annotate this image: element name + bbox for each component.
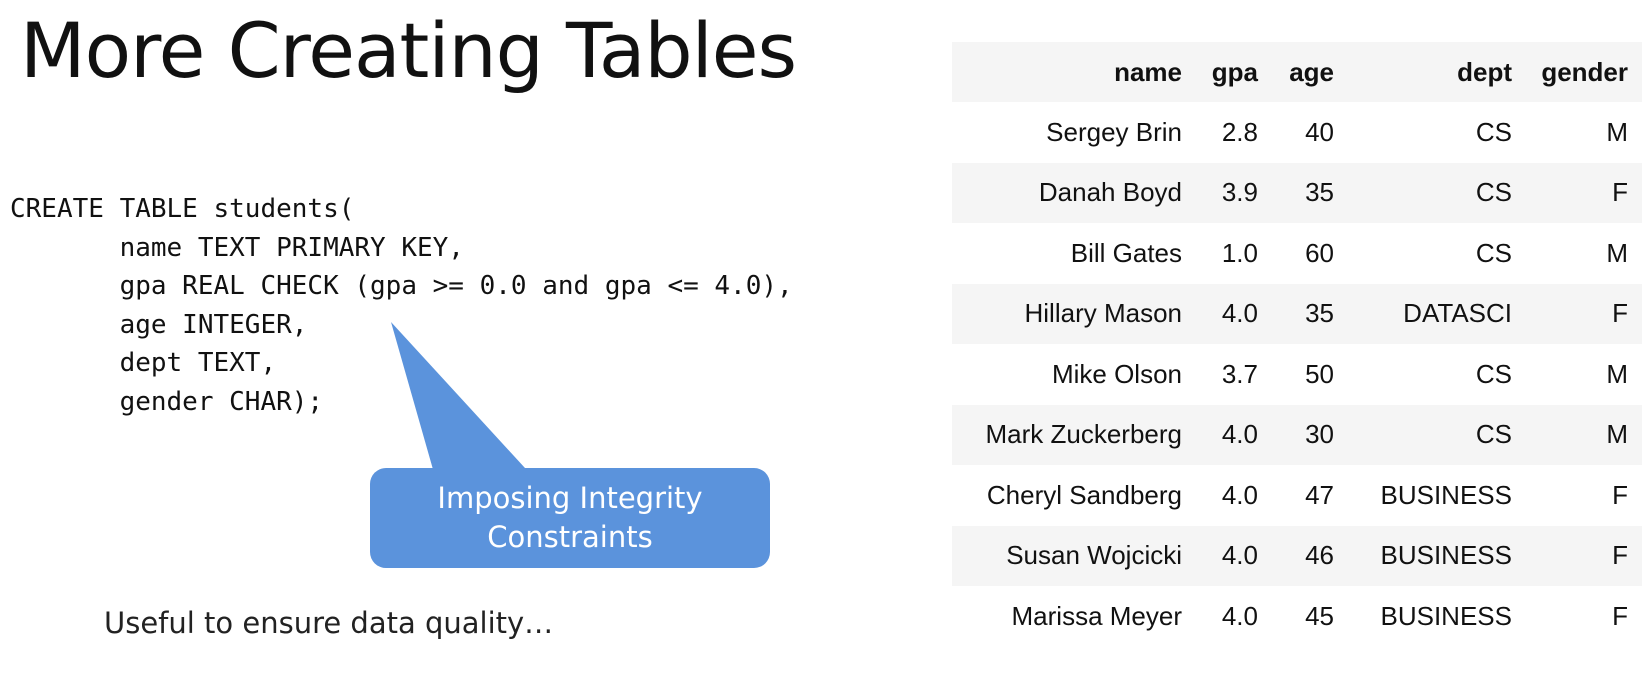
cell-gender: M [1606,419,1628,450]
code-line: CREATE TABLE students( [10,194,355,224]
cell-gender: M [1606,358,1628,389]
cell-gender: F [1612,600,1628,631]
cell-name: Mark Zuckerberg [985,419,1183,450]
cell-dept: CS [1475,419,1512,450]
cell-age: 60 [1305,237,1334,268]
cell-age: 47 [1305,479,1334,510]
cell-dept: BUSINESS [1380,479,1513,510]
cell-age: 50 [1305,358,1334,389]
cell-name: Cheryl Sandberg [986,479,1182,510]
callout-pointer-triangle [391,322,536,480]
cell-gpa: 4.0 [1221,419,1258,450]
cell-gpa: 3.9 [1221,177,1258,208]
cell-gpa: 2.8 [1221,116,1258,147]
cell-gender: M [1606,237,1628,268]
slide-title: More Creating Tables [20,6,797,95]
table-header-row: name gpa age dept gender [952,42,1642,102]
cell-name: Susan Wojcicki [1006,540,1182,571]
cell-dept: BUSINESS [1380,540,1513,571]
cell-name: Hillary Mason [1024,298,1183,329]
table-row: Hillary Mason 4.0 35 DATASCI F [952,283,1642,344]
students-table: name gpa age dept gender Sergey Brin 2.8… [952,42,1642,647]
column-header-name: name [1114,56,1182,87]
table-row: Sergey Brin 2.8 40 CS M [952,102,1642,163]
table-row: Danah Boyd 3.9 35 CS F [952,162,1642,223]
cell-gender: M [1606,116,1628,147]
column-header-age: age [1289,56,1334,87]
cell-age: 35 [1305,298,1334,329]
cell-name: Mike Olson [1051,358,1182,389]
cell-gender: F [1612,298,1628,329]
cell-dept: CS [1475,116,1512,147]
cell-gpa: 4.0 [1221,298,1258,329]
cell-name: Marissa Meyer [1011,600,1182,631]
cell-gpa: 3.7 [1221,358,1258,389]
code-line: name TEXT PRIMARY KEY, [10,232,464,263]
cell-age: 46 [1305,540,1334,571]
column-header-gender: gender [1541,56,1628,87]
cell-age: 40 [1305,116,1334,147]
cell-gender: F [1612,540,1628,571]
column-header-gpa: gpa [1211,56,1258,87]
cell-dept: CS [1475,177,1512,208]
table-row: Mark Zuckerberg 4.0 30 CS M [952,404,1642,465]
cell-gender: F [1612,479,1628,510]
caption-text: Useful to ensure data quality… [104,606,554,640]
cell-gpa: 1.0 [1221,237,1258,268]
table-row: Marissa Meyer 4.0 45 BUSINESS F [952,586,1642,647]
cell-gpa: 4.0 [1221,479,1258,510]
column-header-dept: dept [1457,56,1512,87]
cell-name: Sergey Brin [1046,116,1182,147]
callout-box: Imposing Integrity Constraints [370,468,770,568]
cell-dept: CS [1475,358,1512,389]
table-row: Bill Gates 1.0 60 CS M [952,223,1642,284]
cell-dept: CS [1475,237,1512,268]
cell-age: 35 [1305,177,1334,208]
callout-text-line2: Constraints [487,520,653,554]
cell-age: 45 [1305,600,1334,631]
cell-gender: F [1612,177,1628,208]
table-row: Cheryl Sandberg 4.0 47 BUSINESS F [952,465,1642,526]
callout-pointer [391,322,536,480]
cell-dept: BUSINESS [1380,600,1513,631]
table-row: Mike Olson 3.7 50 CS M [952,344,1642,405]
cell-name: Bill Gates [1070,237,1182,268]
cell-age: 30 [1305,419,1334,450]
code-line: gpa REAL CHECK (gpa >= 0.0 and gpa <= 4.… [10,271,793,302]
cell-dept: DATASCI [1403,298,1512,329]
table-row: Susan Wojcicki 4.0 46 BUSINESS F [952,525,1642,586]
cell-gpa: 4.0 [1221,540,1258,571]
callout-text-line1: Imposing Integrity [437,481,703,515]
cell-gpa: 4.0 [1221,600,1258,631]
cell-name: Danah Boyd [1038,177,1182,208]
